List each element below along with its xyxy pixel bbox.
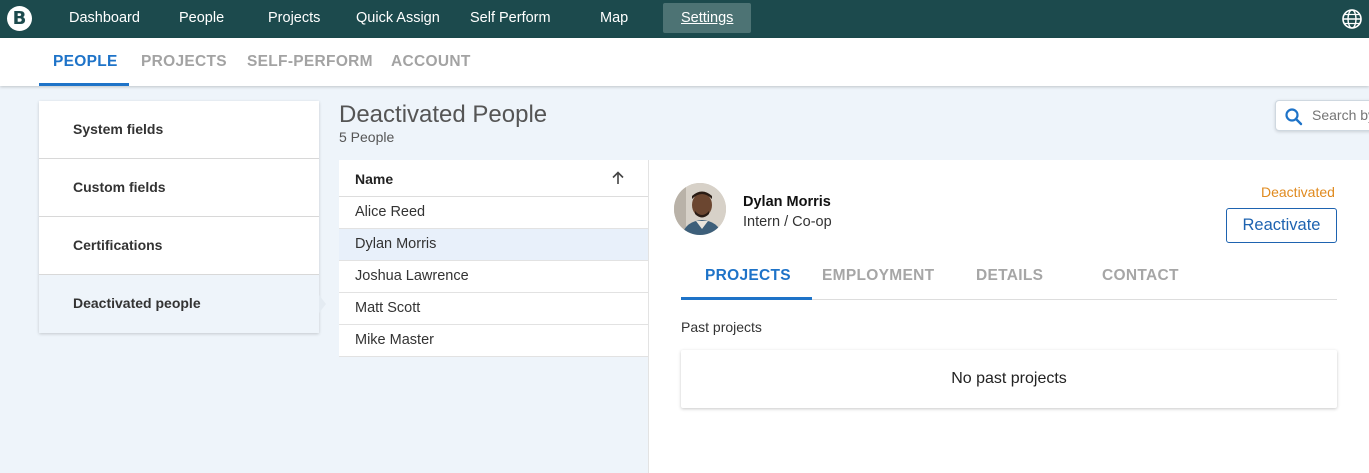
active-tab-indicator	[39, 83, 129, 86]
top-nav-bar: B Dashboard People Projects Quick Assign…	[0, 0, 1369, 38]
avatar	[674, 183, 726, 235]
nav-projects[interactable]: Projects	[268, 0, 320, 38]
nav-settings[interactable]: Settings	[663, 3, 752, 33]
menu-item-certifications[interactable]: Certifications	[39, 217, 319, 275]
menu-item-system-fields[interactable]: System fields	[39, 101, 319, 159]
list-item[interactable]: Alice Reed	[339, 197, 648, 229]
settings-subtabs: PEOPLE PROJECTS SELF-PERFORM ACCOUNT	[0, 38, 1369, 86]
arrow-up-icon[interactable]	[610, 170, 626, 186]
nav-dashboard[interactable]: Dashboard	[69, 0, 140, 38]
tab-self-perform[interactable]: SELF-PERFORM	[247, 53, 373, 71]
empty-state-card: No past projects	[681, 350, 1337, 408]
name-column-header[interactable]: Name	[355, 171, 393, 187]
logo-letter: B	[12, 8, 27, 29]
nav-self-perform[interactable]: Self Perform	[470, 0, 551, 38]
person-role: Intern / Co-op	[743, 214, 832, 230]
globe-icon[interactable]	[1341, 8, 1363, 30]
past-projects-label: Past projects	[681, 319, 762, 335]
menu-item-deactivated-people[interactable]: Deactivated people	[39, 275, 319, 333]
people-list: Name Alice Reed Dylan Morris Joshua Lawr…	[339, 160, 648, 357]
tab-details[interactable]: DETAILS	[976, 267, 1043, 285]
tab-account[interactable]: ACCOUNT	[391, 53, 471, 71]
search-icon	[1285, 108, 1303, 126]
nav-map[interactable]: Map	[600, 0, 628, 38]
nav-quick-assign[interactable]: Quick Assign	[356, 0, 440, 38]
list-item[interactable]: Mike Master	[339, 325, 648, 357]
list-item[interactable]: Joshua Lawrence	[339, 261, 648, 293]
settings-side-menu: System fields Custom fields Certificatio…	[39, 101, 319, 333]
active-detail-tab-indicator	[681, 297, 812, 300]
page-title: Deactivated People	[339, 101, 548, 128]
person-photo	[674, 183, 726, 235]
menu-item-custom-fields[interactable]: Custom fields	[39, 159, 319, 217]
people-count: 5 People	[339, 129, 395, 145]
status-badge: Deactivated	[1261, 184, 1335, 200]
list-header[interactable]: Name	[339, 160, 648, 197]
search-input[interactable]	[1312, 107, 1369, 123]
tab-projects[interactable]: PROJECTS	[141, 53, 227, 71]
tab-contact[interactable]: CONTACT	[1102, 267, 1179, 285]
selection-pointer	[319, 295, 326, 313]
list-item[interactable]: Dylan Morris	[339, 229, 648, 261]
app-logo[interactable]: B	[7, 6, 32, 31]
person-detail-panel: Dylan Morris Intern / Co-op Deactivated …	[648, 160, 1369, 473]
list-item[interactable]: Matt Scott	[339, 293, 648, 325]
reactivate-button[interactable]: Reactivate	[1226, 208, 1337, 243]
nav-people[interactable]: People	[179, 0, 224, 38]
tab-people[interactable]: PEOPLE	[53, 53, 118, 71]
tab-employment[interactable]: EMPLOYMENT	[822, 267, 934, 285]
search-box[interactable]	[1275, 100, 1369, 131]
tab-projects-detail[interactable]: PROJECTS	[705, 267, 791, 285]
person-name: Dylan Morris	[743, 194, 831, 210]
